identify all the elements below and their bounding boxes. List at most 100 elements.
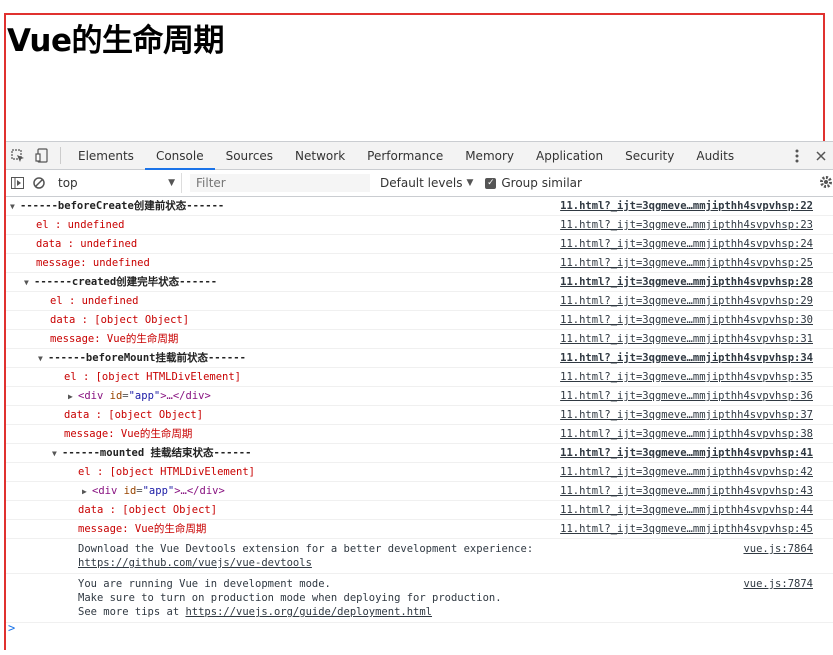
console-group-row[interactable]: ▼ ------mounted 挂载结束状态------ 11.html?_ijt=… [6,444,833,463]
source-link[interactable]: 11.html?_ijt=3qgmeve…mmjipthh4svpvhsp:29 [560,292,813,311]
element-attr-value: "app" [142,485,175,497]
clear-console-icon[interactable] [28,170,50,196]
tab-application[interactable]: Application [525,142,614,169]
element-expand-arrow-icon[interactable]: ▶ [68,387,78,406]
more-options-icon[interactable] [785,149,809,163]
log-levels-select[interactable]: Default levels ▼ [380,176,473,190]
tab-memory[interactable]: Memory [454,142,525,169]
info-text: You are running Vue in development mode.… [78,577,833,619]
devtools-panel: Elements Console Sources Network Performance… [6,141,833,650]
console-log-row: el : [object HTMLDivElement] 11.html?_ijt… [6,463,833,482]
devtools-tabbar: Elements Console Sources Network Performance… [6,142,833,170]
console-log-row[interactable]: ▶ <div id="app">…</div> 11.html?_ijt=3qgme… [6,482,833,501]
device-toolbar-icon[interactable] [30,142,54,169]
info-text: Download the Vue Devtools extension for … [78,542,833,570]
log-levels-label: Default levels [380,176,463,190]
context-select-value: top [58,176,78,190]
source-link[interactable]: 11.html?_ijt=3qgmeve…mmjipthh4svpvhsp:45 [560,520,813,539]
element-tag-rest: >…</div> [160,390,211,402]
tab-security[interactable]: Security [614,142,685,169]
info-link-line: https://github.com/vuejs/vue-devtools [78,556,833,570]
source-link[interactable]: 11.html?_ijt=3qgmeve…mmjipthh4svpvhsp:35 [560,368,813,387]
source-link[interactable]: 11.html?_ijt=3qgmeve…mmjipthh4svpvhsp:43 [560,482,813,501]
element-tag: <div [92,485,118,497]
info-line: Download the Vue Devtools extension for … [78,543,534,555]
log-text: el : [object HTMLDivElement] [64,371,242,383]
source-link[interactable]: 11.html?_ijt=3qgmeve…mmjipthh4svpvhsp:30 [560,311,813,330]
console-log-row: message: Vue的生命周期 11.html?_ijt=3qgmeve…mm… [6,330,833,349]
source-link[interactable]: 11.html?_ijt=3qgmeve…mmjipthh4svpvhsp:28 [560,273,813,292]
log-text: data : [object Object] [64,409,204,421]
source-link[interactable]: 11.html?_ijt=3qgmeve…mmjipthh4svpvhsp:34 [560,349,813,368]
console-group-row[interactable]: ▼ ------beforeMount挂载前状态------ 11.html?_ij… [6,349,833,368]
console-info-row: You are running Vue in development mode.… [6,574,833,623]
info-link[interactable]: https://github.com/vuejs/vue-devtools [78,557,312,569]
checkbox-checked-icon[interactable]: ✓ [485,177,497,189]
source-link[interactable]: vue.js:7874 [743,577,813,591]
source-link[interactable]: 11.html?_ijt=3qgmeve…mmjipthh4svpvhsp:31 [560,330,813,349]
group-expand-arrow-icon[interactable]: ▼ [38,349,48,368]
filter-input[interactable] [190,174,370,192]
tab-network[interactable]: Network [284,142,356,169]
dropdown-arrow-icon: ▼ [466,178,474,188]
console-prompt[interactable]: > [6,621,833,643]
group-expand-arrow-icon[interactable]: ▼ [10,197,20,216]
close-icon[interactable] [809,150,833,161]
tab-list: Elements Console Sources Network Performance… [67,142,745,170]
console-filterbar: top ▼ Default levels ▼ ✓ Group similar [6,170,833,197]
log-text: el : undefined [50,295,139,307]
group-expand-arrow-icon[interactable]: ▼ [52,444,62,463]
info-link[interactable]: https://vuejs.org/guide/deployment.html [185,606,432,618]
toolbar-divider [60,147,61,164]
log-text: message: Vue的生命周期 [50,333,179,345]
tab-elements[interactable]: Elements [67,142,145,169]
dropdown-arrow-icon: ▼ [168,178,175,188]
log-text: message: undefined [36,257,150,269]
log-text: data : [object Object] [50,314,190,326]
source-link[interactable]: 11.html?_ijt=3qgmeve…mmjipthh4svpvhsp:25 [560,254,813,273]
info-line: You are running Vue in development mode. [78,578,331,590]
source-link[interactable]: 11.html?_ijt=3qgmeve…mmjipthh4svpvhsp:44 [560,501,813,520]
context-select[interactable]: top ▼ [52,173,182,193]
console-rows: ▼ ------beforeCreate创建前状态------ 11.html?_i… [6,197,833,539]
info-link-prefix: See more tips at [78,606,186,618]
element-attr-value: "app" [128,390,161,402]
source-link[interactable]: 11.html?_ijt=3qgmeve…mmjipthh4svpvhsp:37 [560,406,813,425]
console-group-row[interactable]: ▼ ------created创建完毕状态------ 11.html?_ijt=3… [6,273,833,292]
source-link[interactable]: 11.html?_ijt=3qgmeve…mmjipthh4svpvhsp:23 [560,216,813,235]
source-link[interactable]: vue.js:7864 [743,542,813,556]
element-expand-arrow-icon[interactable]: ▶ [82,482,92,501]
info-link-line: See more tips at https://vuejs.org/guide… [78,605,833,619]
console-log-row: message: Vue的生命周期 11.html?_ijt=3qgmeve…mm… [6,425,833,444]
source-link[interactable]: 11.html?_ijt=3qgmeve…mmjipthh4svpvhsp:38 [560,425,813,444]
source-link[interactable]: 11.html?_ijt=3qgmeve…mmjipthh4svpvhsp:42 [560,463,813,482]
console-log-row: el : undefined 11.html?_ijt=3qgmeve…mmjip… [6,292,833,311]
source-link[interactable]: 11.html?_ijt=3qgmeve…mmjipthh4svpvhsp:36 [560,387,813,406]
tab-sources[interactable]: Sources [215,142,284,169]
console-log-row: el : undefined 11.html?_ijt=3qgmeve…mmjip… [6,216,833,235]
console-log-row: data : [object Object] 11.html?_ijt=3qgme… [6,311,833,330]
element-attr-name: id [109,390,123,402]
sidebar-toggle-icon[interactable] [6,170,28,196]
source-link[interactable]: 11.html?_ijt=3qgmeve…mmjipthh4svpvhsp:24 [560,235,813,254]
toolbar-right [772,142,833,169]
group-expand-arrow-icon[interactable]: ▼ [24,273,34,292]
tab-performance[interactable]: Performance [356,142,454,169]
console-output[interactable]: ▼ ------beforeCreate创建前状态------ 11.html?_i… [6,197,833,650]
tab-audits[interactable]: Audits [685,142,745,169]
console-log-row[interactable]: ▶ <div id="app">…</div> 11.html?_ijt=3qgme… [6,387,833,406]
tab-console[interactable]: Console [144,142,215,170]
console-info-messages: Download the Vue Devtools extension for … [6,539,833,623]
source-link[interactable]: 11.html?_ijt=3qgmeve…mmjipthh4svpvhsp:41 [560,444,813,463]
console-log-row: data : [object Object] 11.html?_ijt=3qgme… [6,406,833,425]
console-group-row[interactable]: ▼ ------beforeCreate创建前状态------ 11.html?_i… [6,197,833,216]
source-link[interactable]: 11.html?_ijt=3qgmeve…mmjipthh4svpvhsp:22 [560,197,813,216]
console-log-row: message: undefined 11.html?_ijt=3qgmeve…m… [6,254,833,273]
prompt-chevron-icon: > [8,621,16,635]
group-similar-toggle[interactable]: ✓ Group similar [485,176,582,190]
console-log-row: data : [object Object] 11.html?_ijt=3qgme… [6,501,833,520]
inspect-element-icon[interactable] [6,142,30,169]
console-settings-icon[interactable] [819,175,833,192]
log-text: data : [object Object] [78,504,218,516]
log-text: data : undefined [36,238,138,250]
